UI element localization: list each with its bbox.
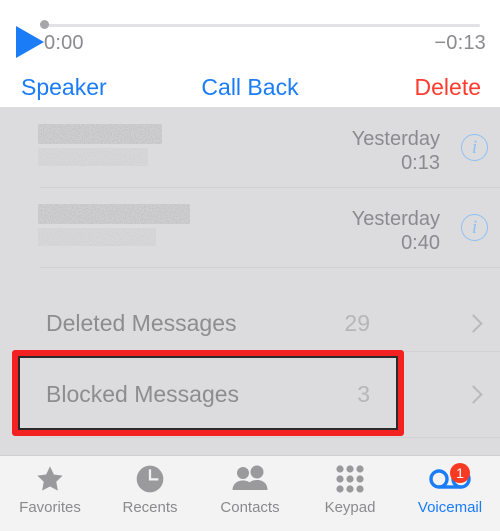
tab-recents[interactable]: Recents bbox=[100, 456, 200, 531]
redaction-noise-icon bbox=[38, 228, 156, 246]
delete-button[interactable]: Delete bbox=[415, 74, 481, 101]
folder-label: Blocked Messages bbox=[46, 381, 240, 407]
redaction-noise-icon bbox=[38, 148, 148, 166]
row-separator bbox=[40, 267, 500, 268]
voicemail-row[interactable]: Yesterday 0:40 i bbox=[0, 188, 500, 268]
scrubber-knob[interactable] bbox=[40, 20, 49, 29]
play-triangle-icon[interactable] bbox=[16, 26, 44, 58]
redacted-sender bbox=[38, 124, 162, 166]
voicemail-player: 0:00 −0:13 bbox=[0, 0, 500, 68]
chevron-right-icon bbox=[464, 385, 483, 404]
tab-contacts[interactable]: Contacts bbox=[200, 456, 300, 531]
voicemail-row[interactable]: Yesterday 0:13 i bbox=[0, 108, 500, 188]
redaction-noise-icon bbox=[38, 124, 162, 144]
tab-label: Contacts bbox=[220, 499, 280, 516]
tab-keypad[interactable]: Keypad bbox=[300, 456, 400, 531]
voicemail-badge: 1 bbox=[450, 463, 470, 483]
info-circle-icon[interactable]: i bbox=[461, 214, 488, 241]
voicemail-date: Yesterday bbox=[351, 208, 440, 230]
star-icon bbox=[28, 462, 72, 496]
voicemail-screen: 0:00 −0:13 Speaker Call Back Delete Yest… bbox=[0, 0, 500, 531]
tab-label: Recents bbox=[122, 499, 178, 516]
people-icon bbox=[228, 462, 272, 496]
tab-label: Favorites bbox=[19, 499, 81, 516]
row-separator bbox=[40, 437, 500, 438]
info-circle-icon[interactable]: i bbox=[461, 134, 488, 161]
tab-favorites[interactable]: Favorites bbox=[0, 456, 100, 531]
elapsed-time: 0:00 bbox=[44, 32, 84, 54]
keypad-dots-icon bbox=[328, 462, 372, 496]
scrubber-track[interactable] bbox=[42, 24, 480, 27]
voicemail-meta: Yesterday 0:40 bbox=[352, 207, 440, 255]
voicemail-list: Yesterday 0:13 i Yesterday 0:40 i Delete… bbox=[0, 108, 500, 455]
voicemail-meta: Yesterday 0:13 bbox=[352, 127, 440, 175]
folder-row-blocked-messages[interactable]: Blocked Messages 3 bbox=[0, 352, 500, 438]
folder-label: Deleted Messages bbox=[46, 310, 237, 336]
voicemail-date: Yesterday bbox=[351, 128, 440, 150]
folder-row-deleted-messages[interactable]: Deleted Messages 29 bbox=[0, 297, 500, 352]
chevron-right-icon bbox=[464, 314, 483, 333]
tab-voicemail[interactable]: 1 Voicemail bbox=[400, 456, 500, 531]
voicemail-duration: 0:13 bbox=[401, 152, 440, 174]
tab-label: Voicemail bbox=[417, 499, 483, 516]
redaction-noise-icon bbox=[38, 204, 190, 224]
voicemail-duration: 0:40 bbox=[401, 232, 440, 254]
folder-count: 3 bbox=[357, 381, 370, 407]
redacted-sender bbox=[38, 204, 190, 246]
voicemail-tape-icon: 1 bbox=[428, 462, 472, 496]
player-actions: Speaker Call Back Delete bbox=[0, 68, 500, 108]
tab-label: Keypad bbox=[324, 499, 376, 516]
clock-icon bbox=[128, 462, 172, 496]
tab-bar: Favorites Recents Contacts Keypad 1 Voic… bbox=[0, 455, 500, 531]
folder-count: 29 bbox=[344, 310, 370, 336]
remaining-time: −0:13 bbox=[434, 32, 486, 54]
